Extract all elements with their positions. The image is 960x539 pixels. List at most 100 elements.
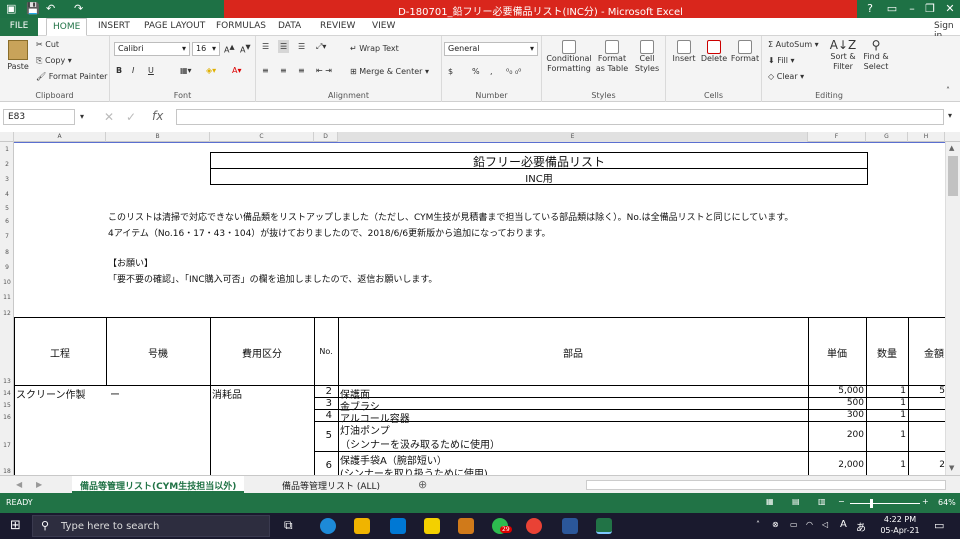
decimal-icon[interactable]: ⁰₀ ₀⁰ [506,67,521,76]
column-header-b[interactable]: B [106,132,210,142]
cell-no[interactable]: 2 [314,386,332,397]
normal-view-icon[interactable]: ▦ [766,497,774,506]
sheet-tab-all[interactable]: 備品等管理リスト (ALL) [274,476,388,493]
cut-button[interactable]: ✂ Cut [36,40,59,49]
request-heading[interactable]: 【お願い】 [108,256,153,269]
row-header-2[interactable]: 2 [0,161,14,168]
align-middle-icon[interactable]: ☰ [278,40,290,53]
align-center-icon[interactable]: ≡ [280,66,287,75]
cell-qty[interactable]: 1 [866,398,906,408]
cell-amount[interactable]: 5 [908,386,945,396]
mail-icon[interactable] [390,518,406,534]
row-header-4[interactable]: 4 [0,191,14,198]
number-format-combo[interactable]: General ▾ [444,42,538,56]
row-header-15[interactable]: 15 [0,402,14,409]
indent-icon[interactable]: ⇤ ⇥ [316,66,332,75]
cell-no[interactable]: 6 [314,460,332,471]
cell-price[interactable]: 5,000 [808,386,864,396]
fill-button[interactable]: ⬇ Fill ▾ [768,56,795,65]
scroll-up-icon[interactable]: ▲ [949,144,954,152]
page-layout-view-icon[interactable]: ▤ [792,497,800,506]
cell-amount[interactable]: 2 [908,460,945,470]
clock-time[interactable]: 4:22 PM [880,515,920,524]
bold-button[interactable]: B [116,66,122,75]
restore-icon[interactable]: ❐ [920,2,940,15]
tab-insert[interactable]: INSERT [98,21,130,31]
conditional-formatting-button[interactable]: Conditional Formatting [544,40,594,74]
cell-qty[interactable]: 1 [866,386,906,396]
scroll-thumb[interactable] [948,156,958,196]
grow-font-icon[interactable]: A▲ [224,43,235,55]
column-header-f[interactable]: F [808,132,866,142]
zoom-in-icon[interactable]: + [922,497,929,506]
cell-qty[interactable]: 1 [866,460,906,470]
help-icon[interactable]: ? [860,2,880,15]
copy-button[interactable]: ⎘ Copy ▾ [36,56,72,66]
cell-process[interactable]: スクリーン作製 [16,386,86,401]
edge-icon[interactable] [320,518,336,534]
autosum-button[interactable]: Σ AutoSum ▾ [768,40,819,49]
orientation-icon[interactable]: ⤢▾ [316,42,326,52]
header-unit-price[interactable]: 単価 [808,345,866,360]
name-box-dropdown-icon[interactable]: ▾ [80,112,84,121]
volume-icon[interactable]: ◁ [822,520,828,529]
cell-no[interactable]: 3 [314,398,332,409]
column-header-h[interactable]: H [908,132,945,142]
undo-icon[interactable]: ↶ [46,2,55,15]
request-body[interactable]: 「要不要の確認」、「INC購入可否」の欄を追加しましたので、返信お願いします。 [108,272,437,285]
cell-cost-category[interactable]: 消耗品 [212,386,242,401]
align-left-icon[interactable]: ≡ [262,66,269,75]
row-header-14[interactable]: 14 [0,390,14,397]
scroll-down-icon[interactable]: ▼ [949,464,954,472]
paste-button[interactable]: Paste [4,40,32,72]
chrome-icon[interactable] [526,518,542,534]
clock-date[interactable]: 05-Apr-21 [878,526,922,535]
clear-button[interactable]: ◇ Clear ▾ [768,72,804,81]
minimize-icon[interactable]: – [902,2,922,15]
add-sheet-icon[interactable]: ⊕ [418,478,427,491]
italic-button[interactable]: I [132,66,134,75]
word-icon[interactable] [562,518,578,534]
header-cost-category[interactable]: 費用区分 [210,345,314,360]
sheet-tab-active[interactable]: 備品等管理リスト(CYM生技担当以外) [72,476,245,493]
prev-sheet-icon[interactable]: ◀ [16,480,22,489]
horizontal-scrollbar[interactable] [586,480,946,490]
cell-price[interactable]: 200 [808,430,864,440]
cell-styles-button[interactable]: Cell Styles [630,40,664,74]
battery-icon[interactable]: ▭ [790,520,798,529]
font-color-icon[interactable]: A▾ [232,66,242,75]
shrink-font-icon[interactable]: A▼ [240,43,251,55]
row-header-16[interactable]: 16 [0,414,14,421]
expand-formula-icon[interactable]: ▾ [948,111,952,120]
name-box[interactable]: E83 [3,109,75,125]
row-header-13[interactable]: 13 [0,378,14,385]
comma-button[interactable]: , [490,67,493,76]
column-header-e[interactable]: E [338,132,808,142]
next-sheet-icon[interactable]: ▶ [36,480,42,489]
format-painter-button[interactable]: 🖌 Format Painter [36,72,107,81]
cell-machine[interactable]: ー [110,386,120,401]
fill-color-icon[interactable]: ◈▾ [206,66,216,75]
tab-file[interactable]: FILE [0,18,38,36]
tray-expand-icon[interactable]: ˄ [756,520,760,529]
header-no[interactable]: No. [314,347,338,356]
percent-button[interactable]: % [472,67,480,76]
row-header-8[interactable]: 8 [0,249,14,256]
file-explorer-icon[interactable] [354,518,370,534]
tray-app-icon[interactable]: ⊗ [772,520,779,529]
header-part[interactable]: 部品 [338,345,808,360]
header-process[interactable]: 工程 [14,345,106,360]
column-header-g[interactable]: G [866,132,908,142]
tab-formulas[interactable]: FORMULAS [216,21,266,31]
taskbar-search[interactable]: ⚲ Type here to search [32,515,270,537]
windows-start-icon[interactable]: ⊞ [10,518,21,533]
select-all-corner[interactable] [0,132,14,142]
cell-price[interactable]: 500 [808,398,864,408]
row-header-11[interactable]: 11 [0,294,14,301]
row-header-1[interactable]: 1 [0,146,14,153]
insert-function-icon[interactable]: fx [152,109,163,123]
zoom-level[interactable]: 64% [938,498,956,507]
row-header-12[interactable]: 12 [0,310,14,317]
sticky-notes-icon[interactable] [424,518,440,534]
formula-input[interactable] [176,109,944,125]
